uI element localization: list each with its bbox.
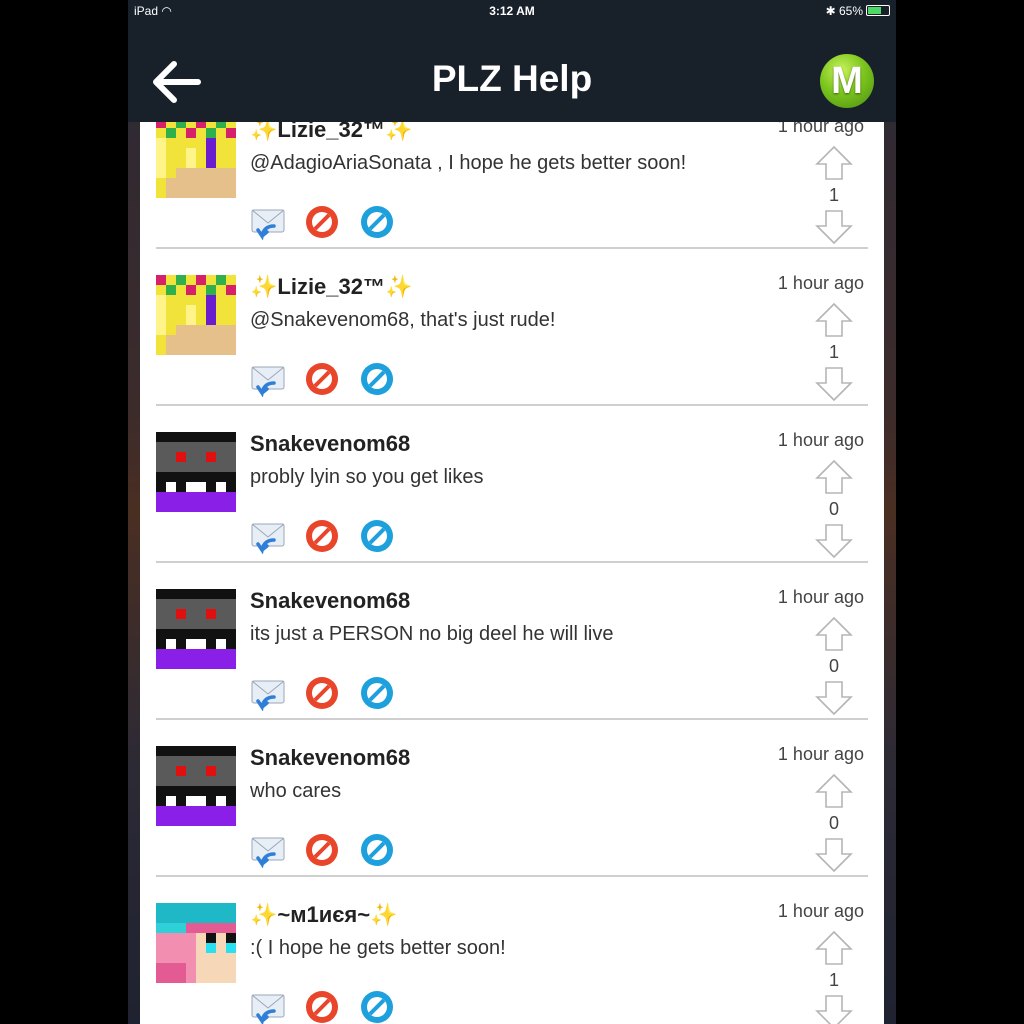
vote-control: 1 xyxy=(814,301,854,403)
flag-icon[interactable] xyxy=(359,989,395,1024)
vote-control: 1 xyxy=(814,929,854,1024)
comment-time: 1 hour ago xyxy=(777,122,864,136)
vote-control: 0 xyxy=(814,772,854,874)
upvote-icon[interactable] xyxy=(814,929,854,967)
vote-score: 0 xyxy=(828,656,839,676)
reply-icon[interactable] xyxy=(250,204,286,240)
battery-icon xyxy=(866,5,890,16)
comment-actions xyxy=(250,675,409,715)
block-icon[interactable] xyxy=(304,989,340,1024)
status-battery: ✱ 65% xyxy=(826,4,890,18)
page-title: PLZ Help xyxy=(431,58,593,99)
comment-text: probly lyin so you get likes xyxy=(250,466,484,488)
bluetooth-icon: ✱ xyxy=(825,4,836,18)
downvote-icon[interactable] xyxy=(814,522,854,560)
reply-icon[interactable] xyxy=(250,361,286,397)
comment-text: @AdagioAriaSonata , I hope he gets bette… xyxy=(250,152,687,174)
status-bar: iPad ◠ 3:12 AM ✱ 65% xyxy=(128,0,896,22)
block-icon[interactable] xyxy=(304,204,340,240)
comment-text: :( I hope he gets better soon! xyxy=(250,937,506,959)
comment-username[interactable]: Snakevenom68 xyxy=(250,588,410,614)
block-icon[interactable] xyxy=(304,361,340,397)
vote-score: 1 xyxy=(828,970,839,990)
block-icon[interactable] xyxy=(304,832,340,868)
vote-score: 0 xyxy=(828,499,839,519)
avatar[interactable] xyxy=(156,903,236,983)
avatar[interactable] xyxy=(156,432,236,512)
downvote-icon[interactable] xyxy=(814,208,854,246)
comment-username[interactable]: ✨~м1иєя~✨ xyxy=(250,902,398,928)
block-icon[interactable] xyxy=(304,518,340,554)
upvote-icon[interactable] xyxy=(814,615,854,653)
comment-time: 1 hour ago xyxy=(777,901,864,921)
flag-icon[interactable] xyxy=(359,518,395,554)
flag-icon[interactable] xyxy=(359,832,395,868)
comment-text: its just a PERSON no big deel he will li… xyxy=(250,623,614,645)
comment-actions xyxy=(250,518,409,558)
flag-icon[interactable] xyxy=(359,204,395,240)
upvote-icon[interactable] xyxy=(814,772,854,810)
comments-panel: ✨Lizie_32™✨ @AdagioAriaSonata , I hope h… xyxy=(140,122,884,1024)
downvote-icon[interactable] xyxy=(814,993,854,1024)
vote-control: 0 xyxy=(814,615,854,717)
upvote-icon[interactable] xyxy=(814,144,854,182)
app-logo-button[interactable]: M xyxy=(820,54,874,108)
comment-item: Snakevenom68 who cares 1 hour ago 0 xyxy=(156,720,868,877)
comment-item: ✨~м1иєя~✨ :( I hope he gets better soon!… xyxy=(156,877,868,1024)
comment-list: ✨Lizie_32™✨ @AdagioAriaSonata , I hope h… xyxy=(140,122,884,1024)
vote-score: 1 xyxy=(828,342,839,362)
comment-username[interactable]: Snakevenom68 xyxy=(250,431,410,457)
comment-actions xyxy=(250,989,409,1024)
comment-time: 1 hour ago xyxy=(777,273,864,293)
status-time: 3:12 AM xyxy=(489,4,535,18)
comment-item: Snakevenom68 probly lyin so you get like… xyxy=(156,406,868,563)
downvote-icon[interactable] xyxy=(814,365,854,403)
nav-bar: PLZ Help M xyxy=(128,22,896,122)
comment-time: 1 hour ago xyxy=(777,430,864,450)
avatar[interactable] xyxy=(156,122,236,198)
comment-username[interactable]: Snakevenom68 xyxy=(250,745,410,771)
comment-actions xyxy=(250,204,409,244)
reply-icon[interactable] xyxy=(250,518,286,554)
upvote-icon[interactable] xyxy=(814,301,854,339)
comment-text: @Snakevenom68, that's just rude! xyxy=(250,309,556,331)
flag-icon[interactable] xyxy=(359,675,395,711)
flag-icon[interactable] xyxy=(359,361,395,397)
vote-score: 0 xyxy=(828,813,839,833)
upvote-icon[interactable] xyxy=(814,458,854,496)
vote-score: 1 xyxy=(828,185,839,205)
avatar[interactable] xyxy=(156,275,236,355)
app-window: iPad ◠ 3:12 AM ✱ 65% PLZ Help M ✨Lizie_3… xyxy=(128,0,896,1024)
comment-username[interactable]: ✨Lizie_32™✨ xyxy=(250,274,412,300)
block-icon[interactable] xyxy=(304,675,340,711)
comment-actions xyxy=(250,832,409,872)
reply-icon[interactable] xyxy=(250,832,286,868)
comment-actions xyxy=(250,361,409,401)
avatar[interactable] xyxy=(156,746,236,826)
comment-username[interactable]: ✨Lizie_32™✨ xyxy=(250,122,412,143)
downvote-icon[interactable] xyxy=(814,836,854,874)
avatar[interactable] xyxy=(156,589,236,669)
comment-time: 1 hour ago xyxy=(777,587,864,607)
vote-control: 0 xyxy=(814,458,854,560)
comment-item: Snakevenom68 its just a PERSON no big de… xyxy=(156,563,868,720)
comment-time: 1 hour ago xyxy=(777,744,864,764)
comment-item: ✨Lizie_32™✨ @Snakevenom68, that's just r… xyxy=(156,249,868,406)
reply-icon[interactable] xyxy=(250,675,286,711)
vote-control: 1 xyxy=(814,144,854,246)
comment-text: who cares xyxy=(250,780,342,802)
comment-item: ✨Lizie_32™✨ @AdagioAriaSonata , I hope h… xyxy=(156,122,868,249)
downvote-icon[interactable] xyxy=(814,679,854,717)
reply-icon[interactable] xyxy=(250,989,286,1024)
